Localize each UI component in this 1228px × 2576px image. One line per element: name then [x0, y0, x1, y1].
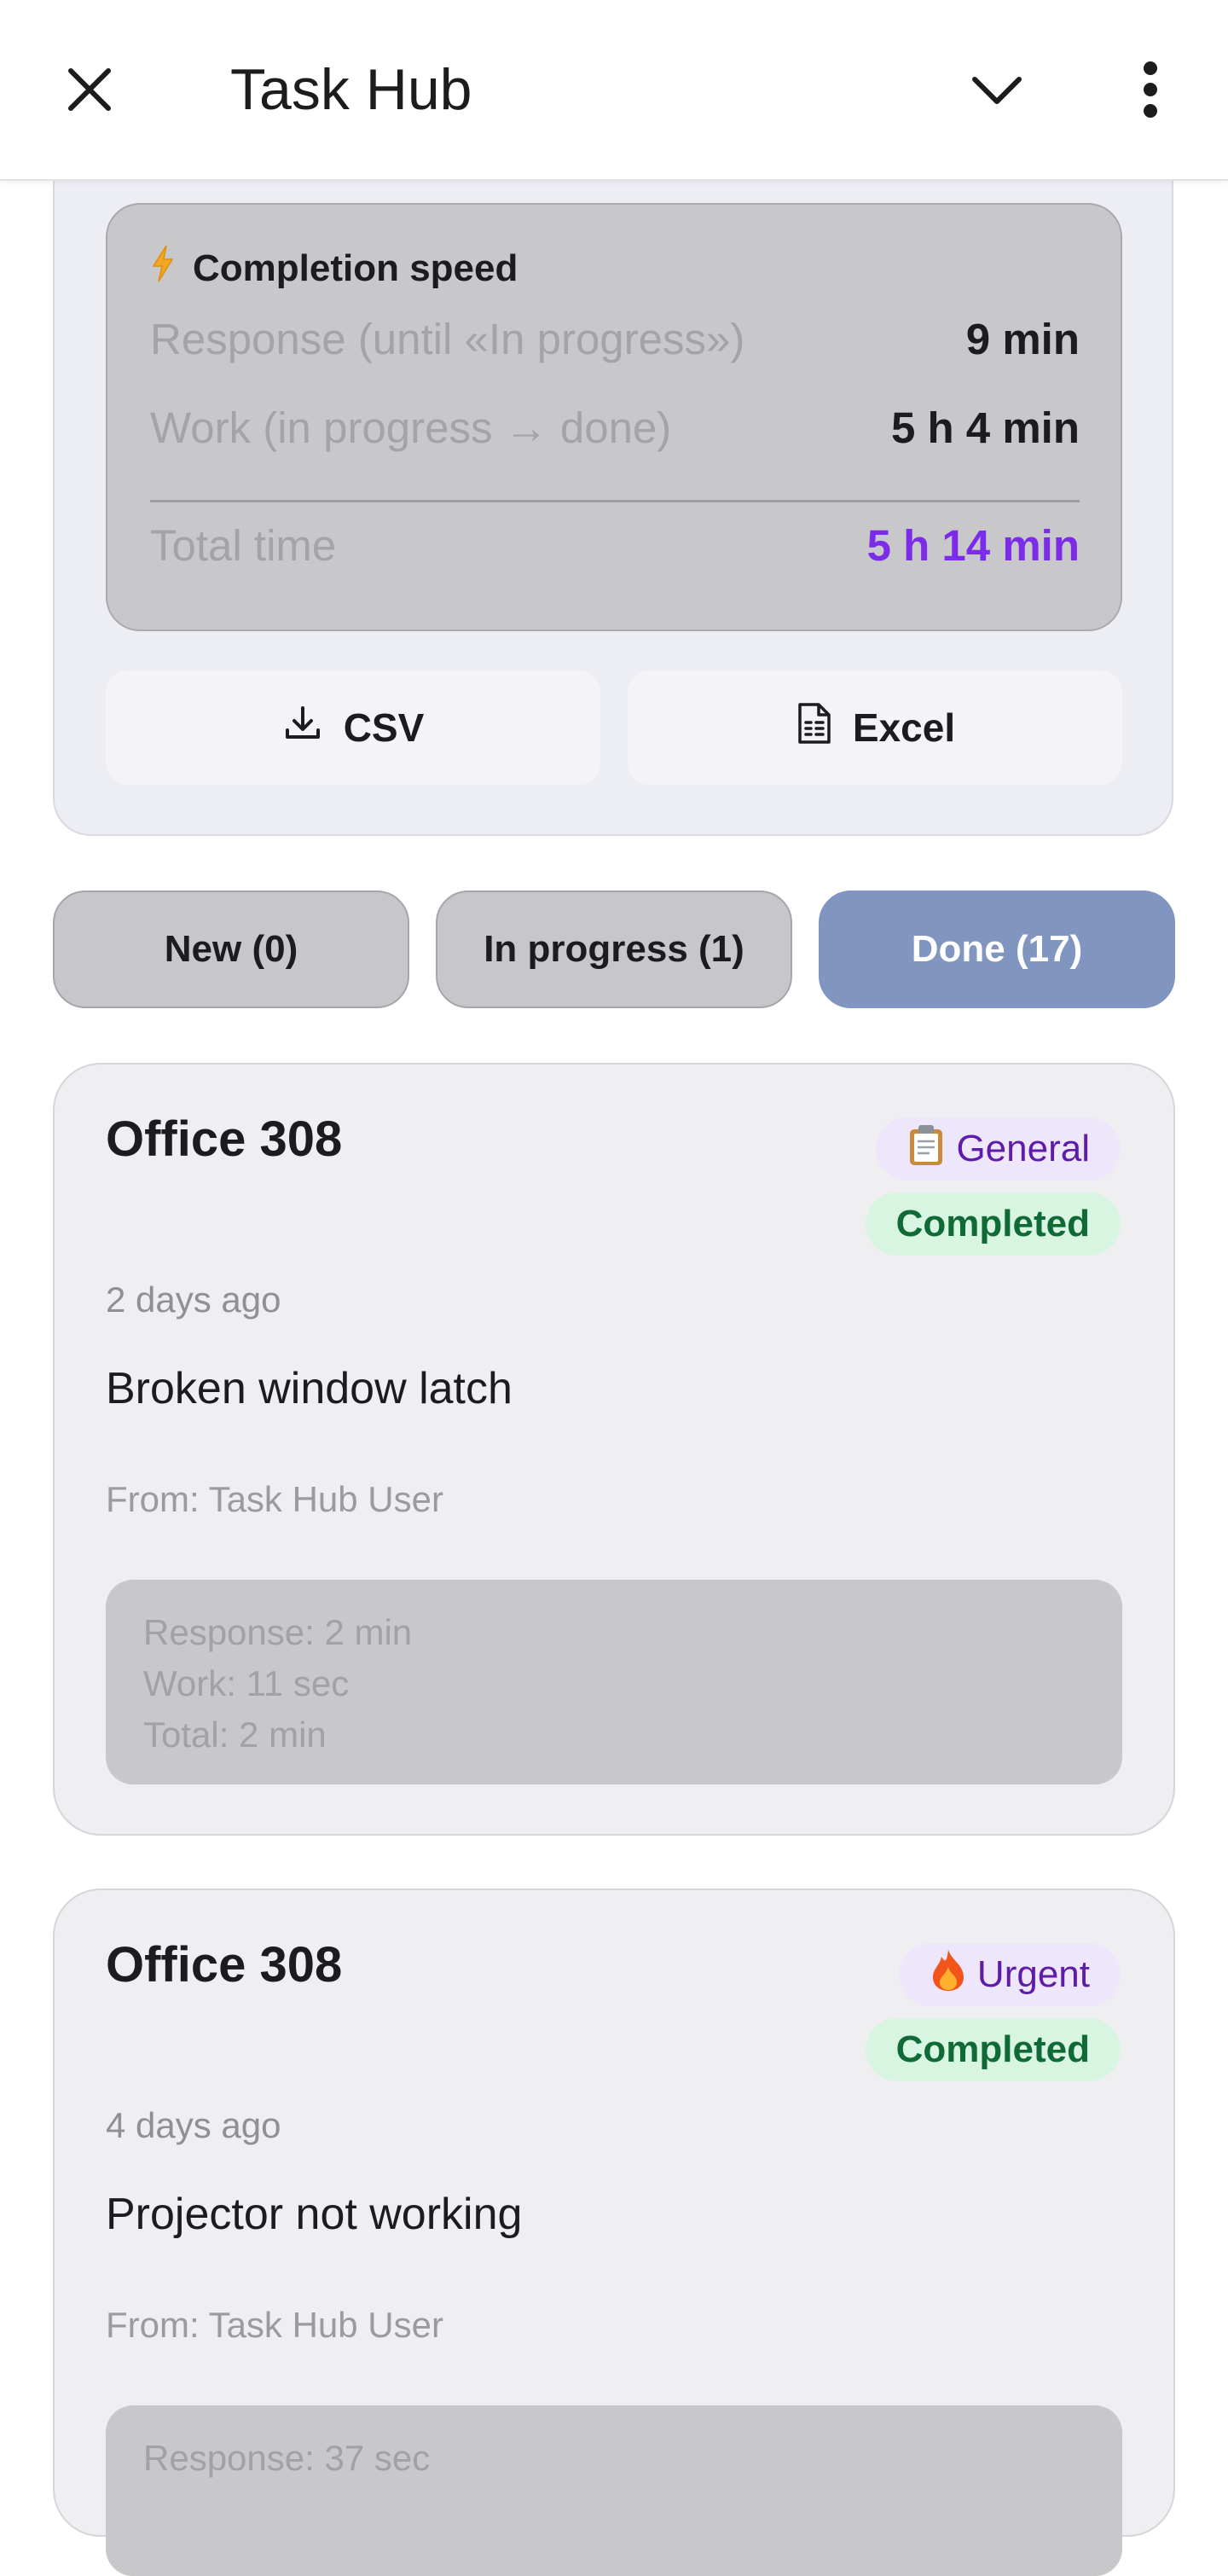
export-csv-label: CSV: [343, 705, 425, 750]
task-time: 2 days ago: [106, 1279, 281, 1320]
work-value: 5 h 4 min: [890, 403, 1080, 452]
task-timing-box: Response: 2 min Work: 11 sec Total: 2 mi…: [106, 1580, 1122, 1784]
response-row: Response (until «In progress») 9 min: [150, 314, 1080, 364]
status-badge: Completed: [865, 2018, 1121, 2081]
timing-response: Response: 2 min: [143, 1612, 413, 1652]
completion-speed-title: Completion speed: [193, 247, 518, 289]
task-time: 4 days ago: [106, 2105, 281, 2145]
timing-response: Response: 37 sec: [143, 2438, 431, 2478]
task-title: Office 308: [106, 1111, 343, 1167]
total-label: Total time: [150, 521, 337, 570]
task-card[interactable]: Office 308 Urgent Completed 4 days ago P…: [53, 1888, 1175, 2576]
response-label: Response (until «In progress»): [150, 315, 745, 363]
status-badge: Completed: [865, 1192, 1121, 1256]
chevron-down-icon[interactable]: [960, 53, 1034, 126]
category-badge: General: [876, 1117, 1121, 1181]
export-excel-label: Excel: [852, 705, 956, 750]
task-description: Projector not working: [106, 2190, 523, 2239]
category-label: Urgent: [976, 1953, 1090, 1995]
export-excel-button[interactable]: Excel: [628, 670, 1122, 785]
timing-work: Work: 11 sec: [143, 1663, 350, 1703]
fire-icon: [930, 1948, 967, 2002]
app-title: Task Hub: [230, 57, 472, 122]
filter-chip-done[interactable]: Done (17): [819, 891, 1175, 1008]
category-badge: Urgent: [898, 1943, 1121, 2006]
export-csv-button[interactable]: CSV: [106, 670, 600, 785]
task-title: Office 308: [106, 1937, 343, 1993]
response-value: 9 min: [965, 315, 1080, 363]
filter-chip-new[interactable]: New (0): [53, 891, 409, 1008]
lightning-icon: [150, 244, 176, 293]
task-description: Broken window latch: [106, 1364, 513, 1413]
total-row: Total time 5 h 14 min: [150, 520, 1080, 571]
task-from: From: Task Hub User: [106, 1479, 443, 1519]
work-row: Work (in progress → done) 5 h 4 min: [150, 403, 1080, 453]
task-from: From: Task Hub User: [106, 2305, 443, 2345]
completion-speed-box: Completion speed Response (until «In pro…: [106, 203, 1122, 631]
clipboard-icon: [907, 1123, 946, 1176]
task-card[interactable]: Office 308 General Completed 2 days ago …: [53, 1063, 1175, 1836]
download-icon: [282, 703, 323, 753]
task-timing-box: Response: 37 sec: [106, 2405, 1122, 2576]
more-vert-icon[interactable]: [1114, 53, 1187, 126]
spreadsheet-file-icon: [795, 702, 832, 754]
category-label: General: [956, 1128, 1090, 1169]
work-label: Work (in progress → done): [150, 403, 672, 452]
top-app-bar: Task Hub: [0, 0, 1228, 181]
divider: [150, 500, 1080, 502]
timing-total: Total: 2 min: [143, 1714, 327, 1755]
filter-chip-in-progress[interactable]: In progress (1): [436, 891, 792, 1008]
close-icon[interactable]: [53, 53, 126, 126]
total-value: 5 h 14 min: [866, 521, 1080, 570]
